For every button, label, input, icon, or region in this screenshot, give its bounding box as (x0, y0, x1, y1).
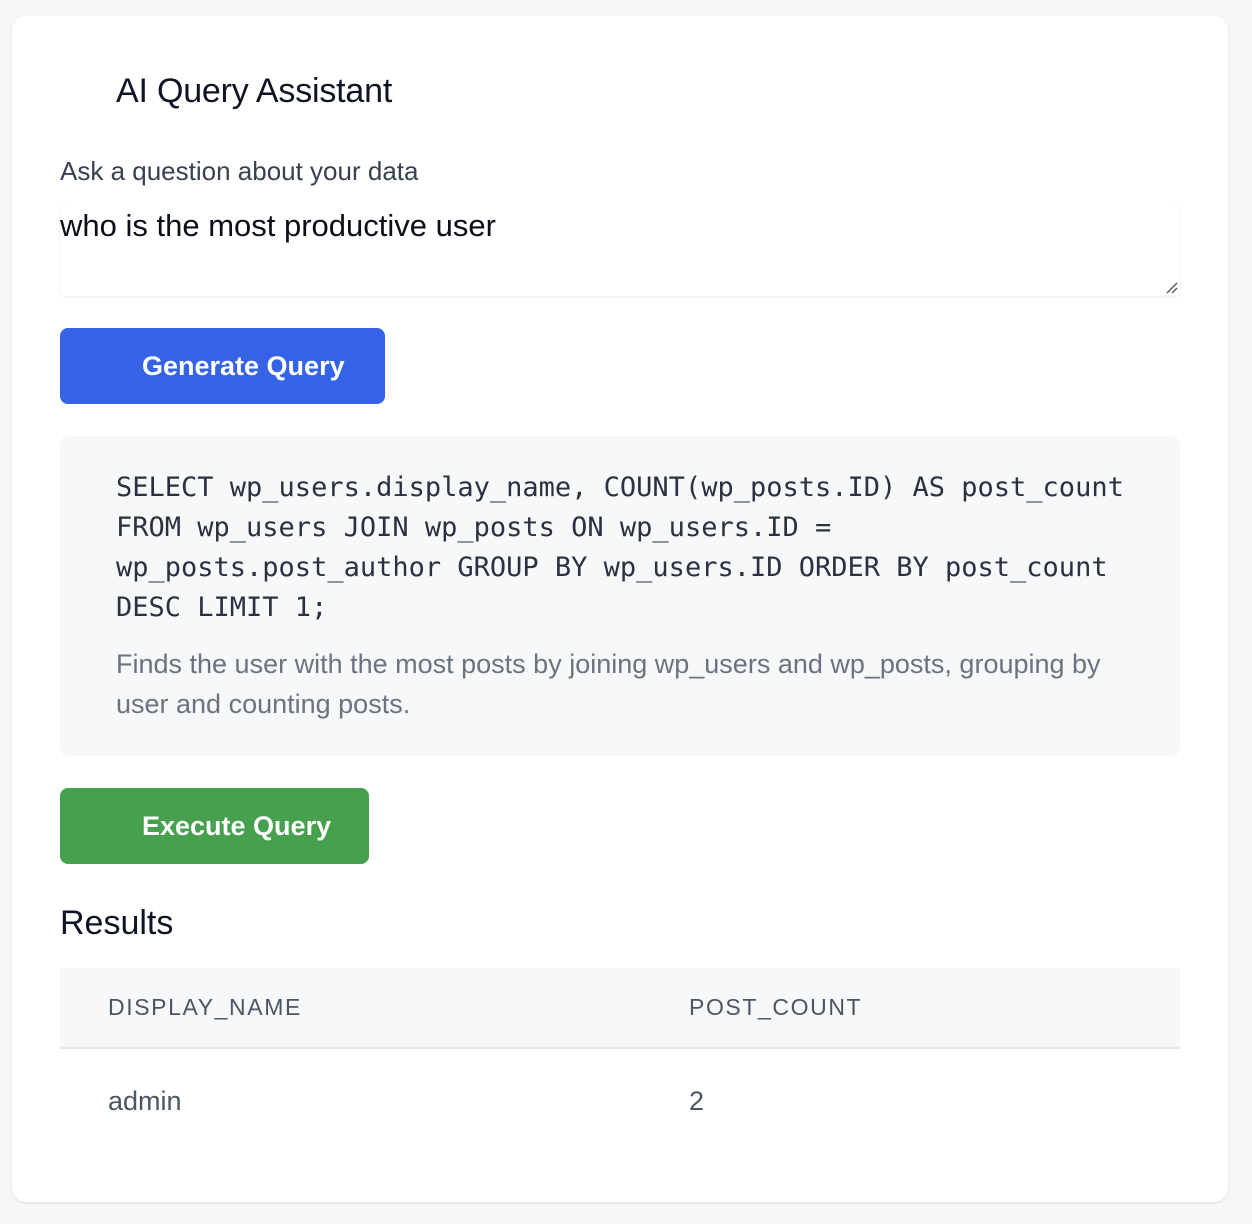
table-row: admin 2 (60, 1048, 1180, 1154)
column-header-display-name: DISPLAY_NAME (108, 994, 302, 1020)
results-table: DISPLAY_NAME POST_COUNT admin 2 (60, 968, 1180, 1154)
generate-query-button[interactable]: Generate Query (60, 328, 385, 404)
results-heading: Results (60, 904, 174, 942)
generated-sql: SELECT wp_users.display_name, COUNT(wp_p… (116, 472, 1141, 623)
column-header-post-count: POST_COUNT (689, 994, 863, 1020)
cell-display-name: admin (108, 1086, 182, 1116)
generated-query-panel: SELECT wp_users.display_name, COUNT(wp_p… (60, 436, 1180, 756)
question-field-container (60, 204, 1180, 296)
execute-query-button[interactable]: Execute Query (60, 788, 369, 864)
page-title: AI Query Assistant (116, 72, 393, 110)
question-input[interactable] (60, 204, 1180, 296)
query-explanation: Finds the user with the most posts by jo… (116, 649, 1101, 719)
query-assistant-card: AI Query Assistant Ask a question about … (12, 16, 1228, 1202)
table-header-row: DISPLAY_NAME POST_COUNT (60, 968, 1180, 1048)
resize-handle-icon[interactable] (1164, 280, 1178, 294)
cell-post-count: 2 (689, 1086, 705, 1116)
question-label: Ask a question about your data (60, 156, 419, 186)
